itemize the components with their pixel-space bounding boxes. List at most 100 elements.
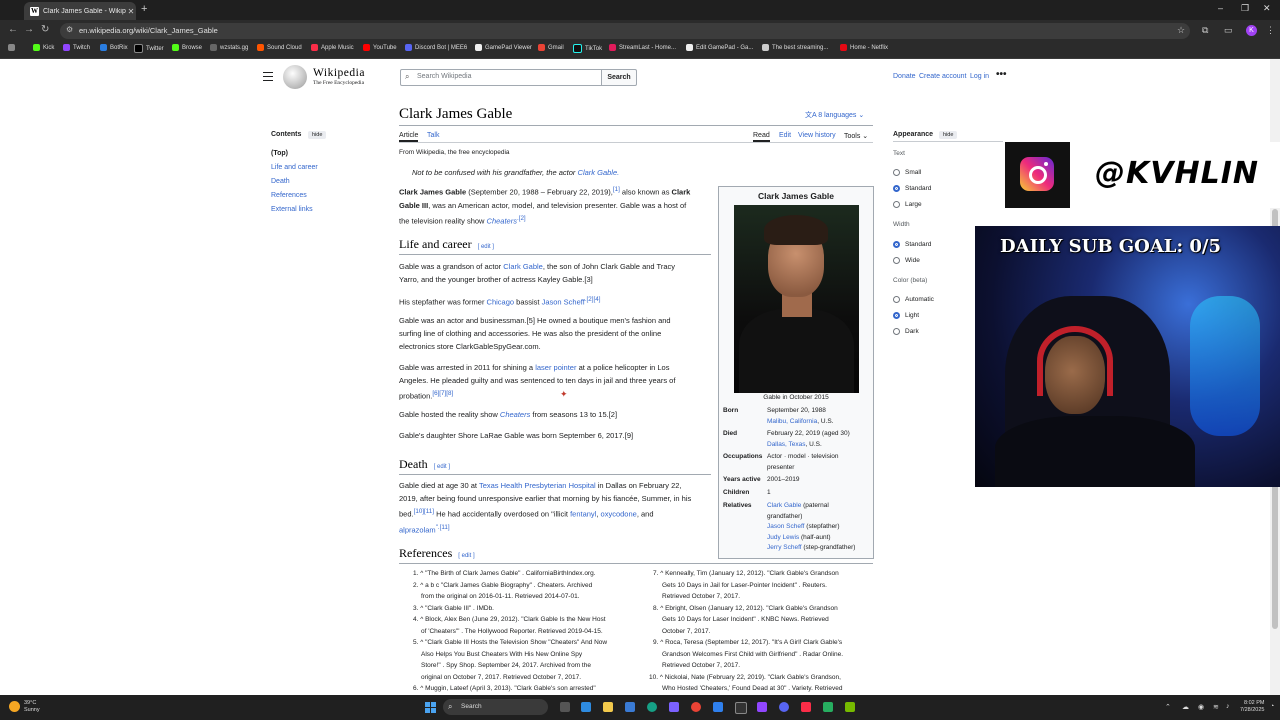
hatnote-link[interactable]: Clark Gable. xyxy=(578,168,620,177)
toc-hide-button[interactable]: hide xyxy=(308,131,327,139)
radio-color-dark[interactable] xyxy=(893,328,900,335)
ref-line[interactable]: Also Helps You Bust Cheaters With His Ne… xyxy=(413,649,648,661)
browser-tab[interactable]: W Clark James Gable - Wikipedia ✕ xyxy=(24,2,136,20)
radio-text-standard[interactable] xyxy=(893,185,900,192)
mic-icon[interactable]: ◉ xyxy=(1198,703,1204,711)
radio-text-large[interactable] xyxy=(893,201,900,208)
bookmark-star-icon[interactable]: ☆ xyxy=(1177,25,1185,36)
ref-line[interactable]: 7. ^ Kenneally, Tim (January 12, 2012). … xyxy=(653,568,871,580)
task-view-icon[interactable] xyxy=(560,702,570,712)
appearance-hide-button[interactable]: hide xyxy=(939,131,958,139)
close-tab-icon[interactable]: ✕ xyxy=(126,7,136,16)
link-fentanyl[interactable]: fentanyl xyxy=(570,510,596,519)
sidebar-icon[interactable]: ▭ xyxy=(1224,25,1233,36)
bookmark-kick[interactable]: Kick xyxy=(33,44,54,51)
search-button[interactable]: Search xyxy=(601,69,637,86)
tab-talk[interactable]: Talk xyxy=(427,132,439,139)
app-icon[interactable] xyxy=(823,702,833,712)
twitch-app-icon[interactable] xyxy=(757,702,767,712)
toc-item-external-links[interactable]: External links xyxy=(271,206,313,213)
link-texas-health[interactable]: Texas Health Presbyterian Hospital xyxy=(479,481,596,490)
ref-line[interactable]: Who Hosted 'Cheaters,' Found Dead at 30"… xyxy=(653,683,871,695)
app-icon[interactable] xyxy=(647,702,657,712)
tab-read[interactable]: Read xyxy=(753,132,770,142)
new-tab-icon[interactable]: + xyxy=(141,3,147,15)
toc-item-death[interactable]: Death xyxy=(271,178,290,185)
radio-color-light[interactable] xyxy=(893,312,900,319)
edit-section-link[interactable]: [ edit ] xyxy=(434,464,450,470)
bookmark-edit-gamepad[interactable]: Edit GamePad - Ga... xyxy=(686,44,753,51)
bookmark-twitch[interactable]: Twitch xyxy=(63,44,90,51)
ref-line[interactable]: Gets 10 Days in Jail for Laser-Pointer I… xyxy=(653,580,871,592)
close-window-icon[interactable]: ✕ xyxy=(1263,3,1271,14)
ref-line[interactable]: 8. ^ Ebright, Olsen (January 12, 2012). … xyxy=(653,603,871,615)
ref-line[interactable]: 3. ^ "Clark Gable III" . IMDb. xyxy=(413,603,648,615)
bookmark-botrix[interactable]: BotRix xyxy=(100,44,128,51)
ref-line[interactable]: 5. ^ "Clark Gable III Hosts the Televisi… xyxy=(413,637,648,649)
bookmark-youtube[interactable]: YouTube xyxy=(363,44,397,51)
more-options-icon[interactable]: ••• xyxy=(996,69,1007,80)
apps-icon[interactable] xyxy=(8,44,18,51)
ref-line[interactable]: 9. ^ Roca, Teresa (September 12, 2017). … xyxy=(653,637,871,649)
languages-button[interactable]: 文A 8 languages ⌄ xyxy=(805,110,864,120)
menu-icon[interactable]: ⋮ xyxy=(1266,25,1275,36)
chrome-icon[interactable] xyxy=(691,702,701,712)
tools-menu[interactable]: Tools ⌄ xyxy=(844,132,868,140)
portrait-photo[interactable] xyxy=(734,205,859,393)
bookmark-streamlast[interactable]: StreamLast - Home... xyxy=(609,44,676,51)
link-jason-scheff[interactable]: Jason Scheff xyxy=(542,298,585,307)
bookmark-netflix[interactable]: Home - Netflix xyxy=(840,44,888,51)
ref-line[interactable]: Store!" . Spy Shop. September 24, 2017. … xyxy=(413,660,648,672)
extensions-icon[interactable]: ⧉ xyxy=(1202,25,1208,36)
ref-line[interactable]: original on October 7, 2017. Retrieved O… xyxy=(413,672,648,684)
bookmark-gmail[interactable]: Gmail xyxy=(538,44,564,51)
maximize-icon[interactable]: ❐ xyxy=(1241,3,1249,14)
bookmark-apple-music[interactable]: Apple Music xyxy=(311,44,354,51)
tray-chevron-icon[interactable]: ⌃ xyxy=(1165,703,1171,711)
bookmark-gamepad-viewer[interactable]: GamePad Viewer xyxy=(475,44,532,51)
site-info-icon[interactable]: ⚙ xyxy=(66,25,73,34)
minimize-icon[interactable]: – xyxy=(1218,3,1223,13)
bookmark-browse[interactable]: Browse xyxy=(172,44,202,51)
ref-line[interactable]: 6. ^ Muggin, Lateef (April 3, 2013). "Cl… xyxy=(413,683,648,695)
ref-line[interactable]: Retrieved October 7, 2017. xyxy=(653,660,871,672)
link-clark-gable[interactable]: Clark Gable xyxy=(503,262,543,271)
ref-line[interactable]: 1. ^ "The Birth of Clark James Gable" . … xyxy=(413,568,648,580)
back-icon[interactable]: ← xyxy=(8,24,18,35)
main-menu-icon[interactable] xyxy=(263,72,273,83)
address-bar[interactable]: ⚙ en.wikipedia.org/wiki/Clark_James_Gabl… xyxy=(60,23,1190,39)
log-in-link[interactable]: Log in xyxy=(970,73,989,80)
profile-avatar[interactable]: K xyxy=(1246,25,1257,36)
donate-link[interactable]: Donate xyxy=(893,73,916,80)
taskbar-search[interactable]: ⌕ Search xyxy=(443,699,548,715)
create-account-link[interactable]: Create account xyxy=(919,73,966,80)
bookmark-soundcloud[interactable]: Sound Cloud xyxy=(257,44,302,51)
nvidia-icon[interactable] xyxy=(845,702,855,712)
link-chicago[interactable]: Chicago xyxy=(487,298,515,307)
weather-widget[interactable]: 39°C Sunny xyxy=(24,700,40,714)
edit-section-link[interactable]: [ edit ] xyxy=(458,553,474,559)
toc-item-life-and-career[interactable]: Life and career xyxy=(271,164,318,171)
notifications-icon[interactable]: ◔ xyxy=(1270,703,1274,710)
radio-width-standard[interactable] xyxy=(893,241,900,248)
volume-icon[interactable]: ♪ xyxy=(1226,703,1230,710)
tray-icon[interactable]: ☁ xyxy=(1182,703,1189,711)
search-input[interactable]: ⌕ Search Wikipedia xyxy=(400,69,602,86)
radio-width-wide[interactable] xyxy=(893,257,900,264)
link-oxycodone[interactable]: oxycodone xyxy=(601,510,637,519)
edit-section-link[interactable]: [ edit ] xyxy=(478,244,494,250)
toc-item-references[interactable]: References xyxy=(271,192,307,199)
ref-line[interactable]: of 'Cheaters'" . The Hollywood Reporter.… xyxy=(413,626,648,638)
app-icon[interactable] xyxy=(779,702,789,712)
bookmark-twitter[interactable]: Twitter xyxy=(134,44,164,53)
ref-line[interactable]: Retrieved October 7, 2017. xyxy=(653,591,871,603)
bookmark-discord-bot[interactable]: Discord Bot | MEE6 xyxy=(405,44,467,51)
ref-line[interactable]: 2. ^ a b c "Clark James Gable Biography"… xyxy=(413,580,648,592)
reload-icon[interactable]: ↻ xyxy=(41,24,49,35)
system-clock[interactable]: 8:02 PM 7/28/2025 xyxy=(1240,700,1264,714)
ref-line[interactable]: October 7, 2017. xyxy=(653,626,871,638)
link-cheaters[interactable]: Cheaters xyxy=(500,410,530,419)
ref-line[interactable]: 4. ^ Block, Alex Ben (June 29, 2012). "C… xyxy=(413,614,648,626)
wifi-icon[interactable]: ≋ xyxy=(1213,703,1219,711)
discord-icon[interactable] xyxy=(669,702,679,712)
